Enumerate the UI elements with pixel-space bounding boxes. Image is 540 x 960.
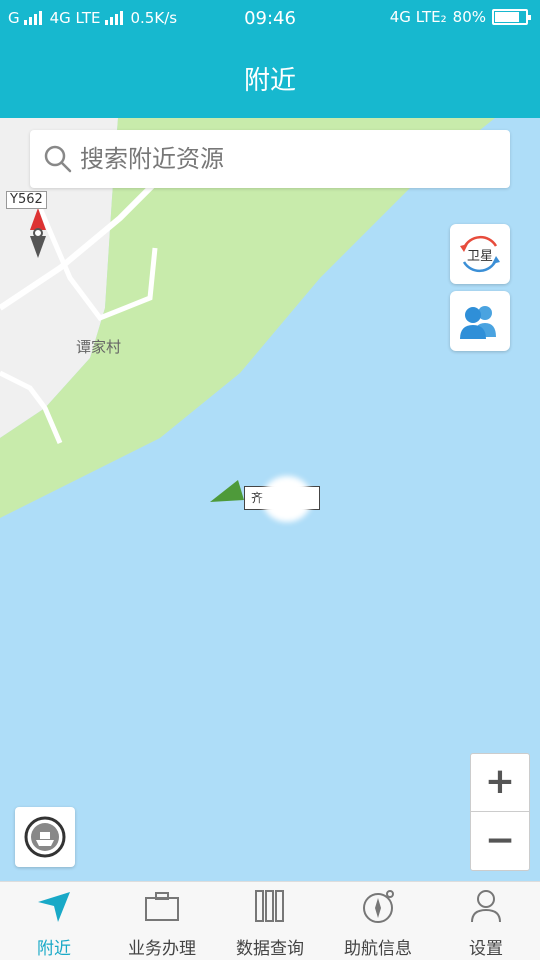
satellite-label: 卫星 (466, 249, 493, 264)
ship-icon (24, 816, 66, 858)
search-input[interactable] (80, 140, 490, 178)
nav-label: 设置 (469, 939, 503, 959)
nearby-people-button[interactable] (450, 291, 510, 351)
zoom-in-button[interactable]: + (471, 754, 529, 812)
title-bar: 附近 (0, 36, 540, 118)
status-bar: G 4G LTE 0.5K/s 09:46 4G LTE₂ 80% (0, 0, 540, 36)
compass-icon (363, 890, 394, 923)
nav-label: 数据查询 (236, 939, 304, 959)
map-view[interactable]: Y562 谭家村 齐 卫星 (0, 118, 540, 881)
nav-label: 助航信息 (344, 939, 412, 959)
zoom-control: + − (470, 753, 530, 871)
zoom-out-button[interactable]: − (471, 813, 529, 871)
vessel-marker (210, 480, 244, 502)
nav-item-data-query[interactable]: 数据查询 (216, 882, 324, 960)
vessel-label-redaction (262, 476, 312, 522)
search-icon (44, 145, 72, 173)
navigation-arrow-icon (38, 892, 70, 922)
locate-ship-button[interactable] (15, 807, 75, 867)
bottom-nav: 附近 业务办理 数据查询 助航信息 设置 (0, 881, 540, 960)
battery-icon (492, 9, 531, 25)
nav-label: 附近 (37, 939, 71, 959)
satellite-toggle-button[interactable]: 卫星 (450, 224, 510, 284)
nav-item-nearby[interactable]: 附近 (0, 882, 108, 960)
people-icon (460, 306, 496, 339)
road-label: Y562 (6, 191, 47, 209)
briefcase-icon (145, 892, 179, 921)
data-query-icon (255, 890, 284, 922)
nav-item-navigation-info[interactable]: 助航信息 (324, 882, 432, 960)
status-right: 4G LTE₂ 80% (389, 8, 531, 26)
network-right: 4G LTE₂ (389, 8, 447, 26)
page-title: 附近 (243, 66, 296, 96)
battery-percent: 80% (452, 8, 486, 26)
user-settings-icon (471, 890, 501, 923)
nav-item-settings[interactable]: 设置 (432, 882, 540, 960)
nav-item-business[interactable]: 业务办理 (108, 882, 216, 960)
search-bar[interactable] (30, 130, 510, 188)
village-label: 谭家村 (76, 338, 122, 356)
nav-label: 业务办理 (128, 939, 196, 959)
